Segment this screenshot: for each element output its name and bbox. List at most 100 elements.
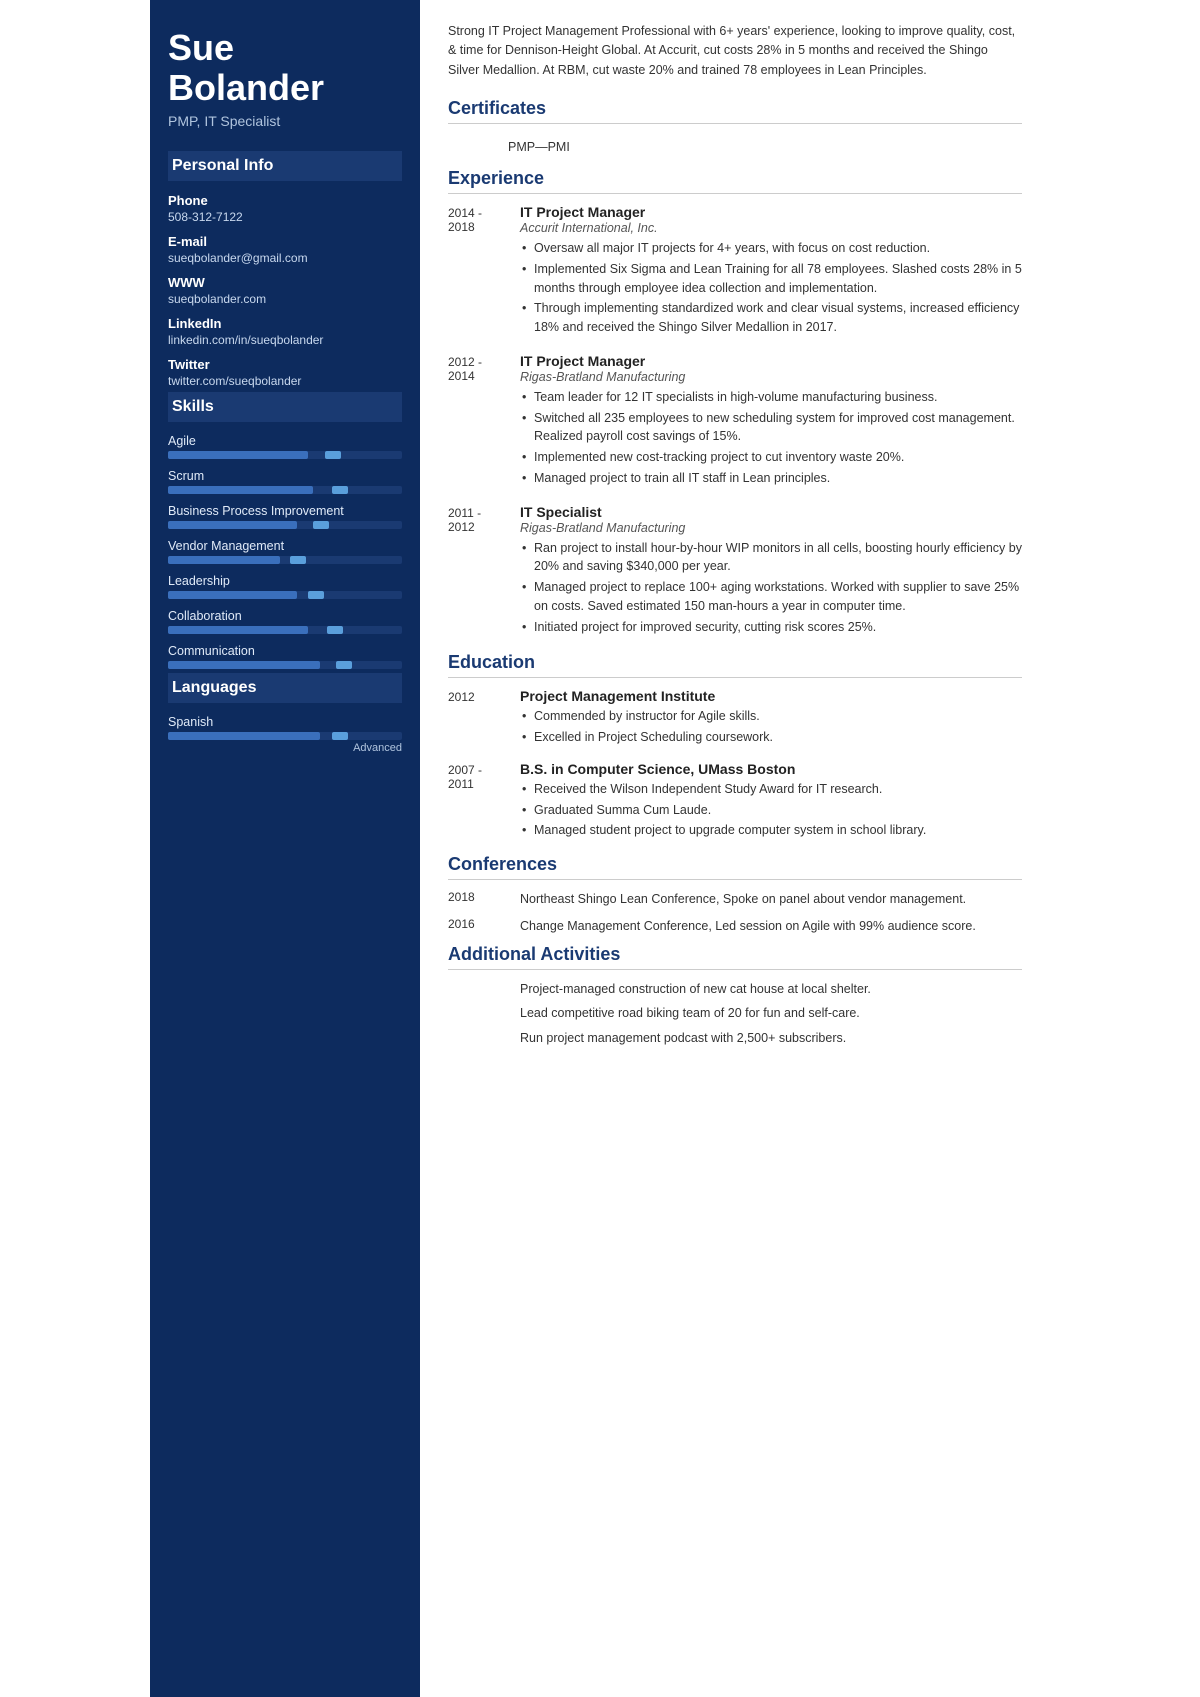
skill-item: Leadership [168,574,402,599]
skill-bar [168,591,402,599]
bullet-item: Team leader for 12 IT specialists in hig… [520,388,1022,407]
skill-name: Leadership [168,574,402,588]
www-value: sueqbolander.com [168,292,402,306]
language-level: Advanced [168,742,402,754]
company-name: Accurit International, Inc. [520,221,1022,235]
skill-bar [168,556,402,564]
experience-item: 2012 - 2014IT Project ManagerRigas-Bratl… [448,353,1022,490]
skill-name: Collaboration [168,609,402,623]
linkedin-label: LinkedIn [168,316,402,331]
conference-date: 2016 [448,917,520,936]
skill-item: Agile [168,434,402,459]
job-bullets: Oversaw all major IT projects for 4+ yea… [520,239,1022,337]
bullet-item: Commended by instructor for Agile skills… [520,707,1022,726]
linkedin-value: linkedin.com/in/sueqbolander [168,333,402,347]
bullet-item: Switched all 235 employees to new schedu… [520,409,1022,447]
activities-list: Project-managed construction of new cat … [448,980,1022,1048]
phone-label: Phone [168,193,402,208]
education-item: 2012Project Management InstituteCommende… [448,688,1022,749]
education-date: 2012 [448,688,520,749]
activities-heading: Additional Activities [448,944,1022,970]
skill-name: Communication [168,644,402,658]
skill-name: Agile [168,434,402,448]
bullet-item: Managed student project to upgrade compu… [520,821,1022,840]
degree-title: B.S. in Computer Science, UMass Boston [520,761,1022,777]
language-name: Spanish [168,715,402,729]
bullet-item: Implemented new cost-tracking project to… [520,448,1022,467]
conferences-heading: Conferences [448,854,1022,880]
company-name: Rigas-Bratland Manufacturing [520,521,1022,535]
personal-info-heading: Personal Info [168,151,402,181]
email-label: E-mail [168,234,402,249]
bullet-item: Received the Wilson Independent Study Aw… [520,780,1022,799]
conferences-list: 2018Northeast Shingo Lean Conference, Sp… [448,890,1022,936]
conference-item: 2016Change Management Conference, Led se… [448,917,1022,936]
main-content: Strong IT Project Management Professiona… [420,0,1050,1697]
twitter-value: twitter.com/sueqbolander [168,374,402,388]
education-item: 2007 - 2011B.S. in Computer Science, UMa… [448,761,1022,842]
skill-bar [168,661,402,669]
bullet-item: Graduated Summa Cum Laude. [520,801,1022,820]
skill-bar [168,521,402,529]
experience-date: 2012 - 2014 [448,353,520,490]
bullet-item: Managed project to replace 100+ aging wo… [520,578,1022,616]
phone-value: 508-312-7122 [168,210,402,224]
education-heading: Education [448,652,1022,678]
job-title: IT Project Manager [520,353,1022,369]
skill-item: Business Process Improvement [168,504,402,529]
skill-name: Scrum [168,469,402,483]
languages-heading: Languages [168,673,402,703]
bullet-item: Ran project to install hour-by-hour WIP … [520,539,1022,577]
conference-date: 2018 [448,890,520,909]
experience-heading: Experience [448,168,1022,194]
certificates-heading: Certificates [448,98,1022,124]
conference-item: 2018Northeast Shingo Lean Conference, Sp… [448,890,1022,909]
experience-item: 2011 - 2012IT SpecialistRigas-Bratland M… [448,504,1022,639]
activity-text: Project-managed construction of new cat … [520,980,1022,999]
job-title: IT Project Manager [520,204,1022,220]
sidebar: Sue Bolander PMP, IT Specialist Personal… [150,0,420,1697]
education-bullets: Commended by instructor for Agile skills… [520,707,1022,747]
job-bullets: Team leader for 12 IT specialists in hig… [520,388,1022,488]
resume-wrapper: Sue Bolander PMP, IT Specialist Personal… [150,0,1050,1697]
skill-name: Business Process Improvement [168,504,402,518]
activity-text: Lead competitive road biking team of 20 … [520,1004,1022,1023]
twitter-label: Twitter [168,357,402,372]
activity-item: Lead competitive road biking team of 20 … [448,1004,1022,1023]
bullet-item: Oversaw all major IT projects for 4+ yea… [520,239,1022,258]
experience-date: 2014 - 2018 [448,204,520,339]
conference-desc: Northeast Shingo Lean Conference, Spoke … [520,890,1022,909]
skill-bar [168,626,402,634]
candidate-title: PMP, IT Specialist [168,113,402,129]
language-item: Spanish Advanced [168,715,402,754]
bullet-item: Initiated project for improved security,… [520,618,1022,637]
experience-list: 2014 - 2018IT Project ManagerAccurit Int… [448,204,1022,638]
skill-item: Scrum [168,469,402,494]
summary-text: Strong IT Project Management Professiona… [448,22,1022,80]
www-label: WWW [168,275,402,290]
bullet-item: Excelled in Project Scheduling coursewor… [520,728,1022,747]
education-date: 2007 - 2011 [448,761,520,842]
skill-name: Vendor Management [168,539,402,553]
activity-item: Run project management podcast with 2,50… [448,1029,1022,1048]
skill-item: Vendor Management [168,539,402,564]
skills-list: Agile Scrum Business Process Improvement Ve… [168,434,402,669]
bullet-item: Implemented Six Sigma and Lean Training … [520,260,1022,298]
job-bullets: Ran project to install hour-by-hour WIP … [520,539,1022,637]
certificates-list: PMP—PMI [448,134,1022,160]
conference-desc: Change Management Conference, Led sessio… [520,917,1022,936]
skill-bar [168,451,402,459]
education-bullets: Received the Wilson Independent Study Aw… [520,780,1022,840]
job-title: IT Specialist [520,504,1022,520]
email-value: sueqbolander@gmail.com [168,251,402,265]
skill-bar [168,486,402,494]
skill-item: Communication [168,644,402,669]
skill-item: Collaboration [168,609,402,634]
activity-text: Run project management podcast with 2,50… [520,1029,1022,1048]
language-bar [168,732,402,740]
company-name: Rigas-Bratland Manufacturing [520,370,1022,384]
certificate-item: PMP—PMI [448,134,1022,160]
bullet-item: Managed project to train all IT staff in… [520,469,1022,488]
activity-item: Project-managed construction of new cat … [448,980,1022,999]
experience-date: 2011 - 2012 [448,504,520,639]
